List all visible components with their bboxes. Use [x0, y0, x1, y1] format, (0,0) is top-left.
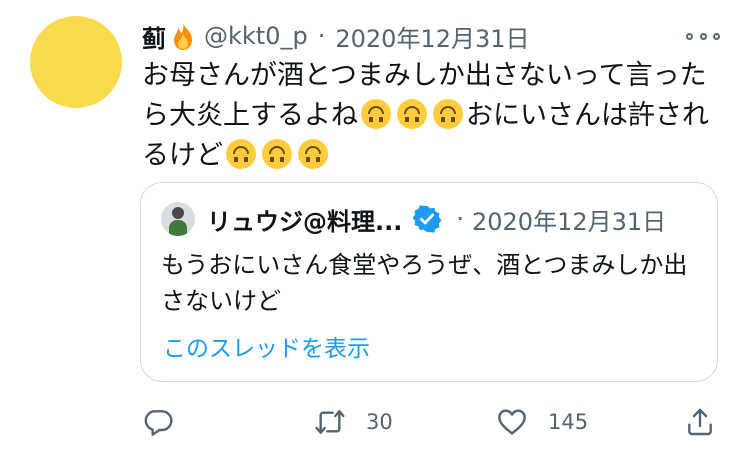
upside-down-face-emoji-icon: [226, 139, 256, 169]
quoted-tweet-card[interactable]: リュウジ@料理... · 2020年12月31日 もうおにいさん食堂やろうぜ、酒…: [140, 182, 718, 382]
more-options-icon[interactable]: [686, 18, 720, 54]
quoted-tweet-header: リュウジ@料理... · 2020年12月31日: [161, 201, 666, 237]
like-count: 145: [548, 410, 589, 434]
quoted-tweet-text: もうおにいさん食堂やろうぜ、酒とつまみしか出さないけど: [161, 251, 688, 315]
author-handle[interactable]: @kkt0_p: [204, 22, 308, 50]
fire-emoji-icon: [174, 23, 192, 50]
share-button[interactable]: [684, 402, 716, 442]
retweet-count: 30: [366, 410, 393, 434]
show-thread-link[interactable]: このスレッドを表示: [163, 329, 370, 363]
author-name[interactable]: 蓟: [142, 19, 166, 54]
tweet-date[interactable]: 2020年12月31日: [335, 19, 529, 54]
reply-icon: [144, 410, 173, 436]
quoted-header-separator: ·: [456, 205, 464, 233]
tweet-header: 蓟 @kkt0_p · 2020年12月31日: [142, 18, 730, 54]
header-separator: ·: [317, 22, 326, 50]
reply-button[interactable]: [142, 402, 174, 442]
upside-down-face-emoji-icon: [433, 99, 463, 129]
like-button[interactable]: 145: [496, 402, 588, 442]
upside-down-face-emoji-icon: [262, 139, 292, 169]
upside-down-face-emoji-icon: [361, 99, 391, 129]
upside-down-face-emoji-icon: [397, 99, 427, 129]
share-icon: [688, 408, 712, 436]
verified-badge-icon: [412, 205, 442, 233]
upside-down-face-emoji-icon: [298, 139, 328, 169]
quoted-tweet-date: 2020年12月31日: [472, 207, 667, 236]
author-avatar[interactable]: [30, 16, 122, 108]
quoted-author-avatar: [161, 202, 195, 236]
quoted-author-name: リュウジ@料理...: [207, 207, 403, 236]
retweet-button[interactable]: 30: [314, 402, 393, 442]
heart-icon: [498, 409, 526, 435]
tweet-actions-bar: 30 145: [142, 402, 722, 442]
tweet-text: お母さんが酒とつまみしか出さないって言ったら大炎上するよね おにいさんは許されるけ…: [142, 56, 732, 176]
retweet-icon: [315, 410, 345, 434]
